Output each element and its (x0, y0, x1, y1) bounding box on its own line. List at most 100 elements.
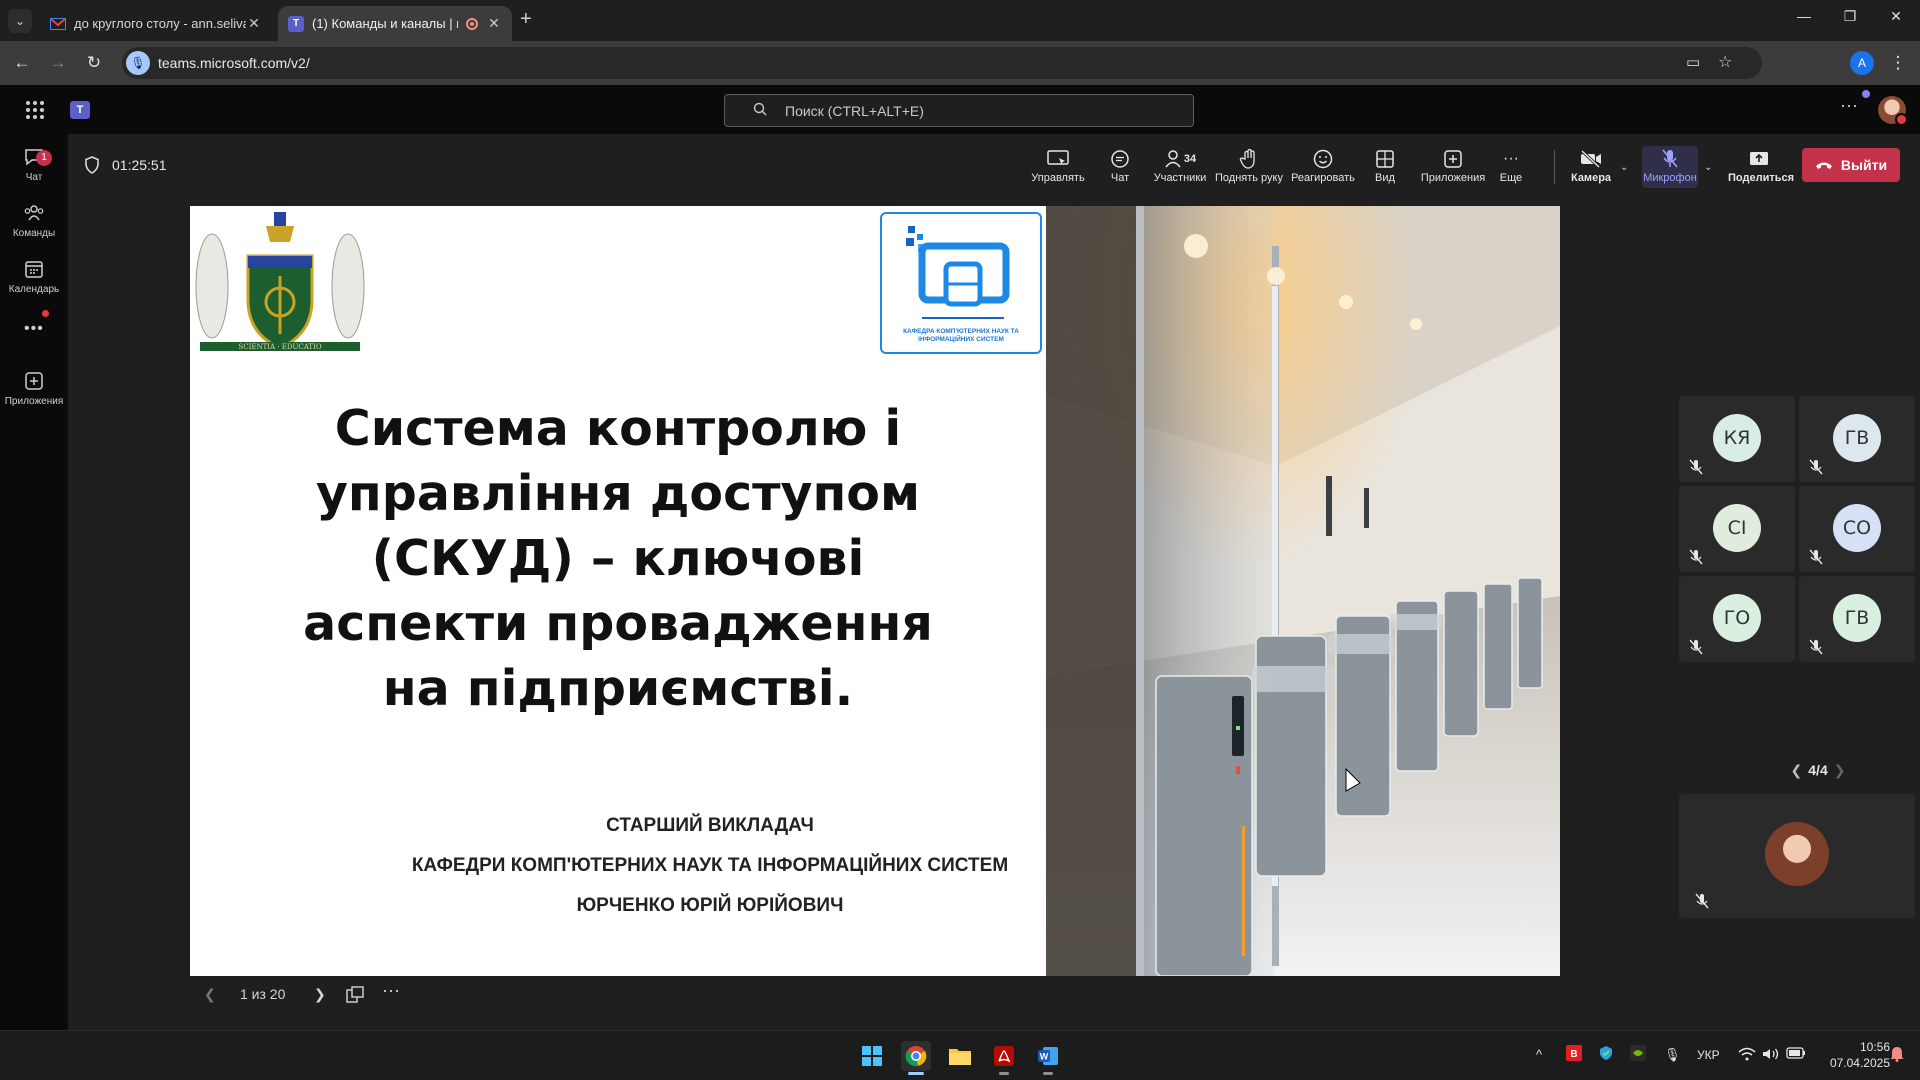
forward-button[interactable]: → (46, 51, 70, 75)
microphone-indicator-icon[interactable]: 🎙 (126, 51, 150, 75)
volume-icon[interactable] (1762, 1047, 1780, 1064)
slide-counter: 1 из 20 (240, 986, 286, 1002)
new-tab-button[interactable]: + (520, 8, 532, 31)
recording-icon (466, 17, 478, 30)
department-logo-icon (906, 226, 1010, 319)
browser-tab-teams[interactable]: T (1) Команды и каналы | кр ✕ (278, 6, 512, 41)
next-slide-button[interactable]: ❯ (314, 986, 326, 1010)
more-apps-icon[interactable]: ••• (24, 320, 44, 338)
microphone-in-use-icon[interactable]: 🎙 (1664, 1047, 1681, 1063)
apps-label: Приложения (1420, 172, 1486, 184)
rail-item-teams[interactable]: Команды (0, 200, 68, 239)
share-label: Поделиться (1728, 172, 1795, 184)
microphone-button[interactable]: Микрофон (1642, 146, 1698, 188)
nvidia-tray-icon[interactable] (1630, 1045, 1646, 1064)
participant-tile[interactable]: ГВ (1799, 576, 1915, 662)
participant-tile[interactable]: СО (1799, 486, 1915, 572)
chat-button[interactable]: Чат (1100, 146, 1140, 188)
teams-icon (0, 200, 68, 226)
reload-button[interactable]: ↻ (82, 51, 106, 75)
camera-label: Камера (1570, 172, 1612, 184)
rail-label: Календарь (8, 284, 60, 295)
raise-hand-label: Поднять руку (1215, 172, 1283, 184)
slide-title-line: на підприємстві. (382, 660, 854, 717)
slide-text-area: SCIENTIA · EDUCATIO КАФЕДРА КОМП'ЮТЕРНИХ… (190, 206, 1046, 976)
microphone-options-chevron-icon[interactable]: ⌄ (1704, 162, 1712, 173)
chat-badge: 1 (36, 150, 52, 166)
slide-options-icon[interactable]: ··· (382, 980, 400, 1004)
apps-button[interactable]: Приложения (1418, 146, 1488, 188)
windows-start-icon[interactable] (857, 1041, 887, 1071)
close-window-icon[interactable]: ✕ (1886, 8, 1906, 25)
rail-item-chat[interactable]: Чат 1 (0, 144, 68, 183)
restore-icon[interactable]: ❐ (1840, 8, 1860, 25)
toolbar-divider (1554, 150, 1555, 184)
slide-sorter-icon[interactable] (346, 986, 364, 1010)
input-language-indicator[interactable]: УКР (1697, 1048, 1720, 1062)
rail-label: Команды (12, 228, 56, 239)
system-clock[interactable]: 10:56 07.04.2025 (1810, 1039, 1890, 1071)
participant-tile[interactable]: ГО (1679, 576, 1795, 662)
more-button[interactable]: ··· Еще (1496, 146, 1526, 188)
tab-close-icon[interactable]: ✕ (246, 15, 262, 32)
self-video-tile[interactable] (1679, 794, 1915, 918)
camera-button[interactable]: Камера (1568, 146, 1614, 188)
pager-next-icon[interactable]: ❯ (1834, 762, 1846, 778)
file-explorer-icon[interactable] (945, 1041, 975, 1071)
control-button[interactable]: Управлять (1028, 146, 1088, 188)
user-avatar[interactable] (1878, 96, 1908, 126)
camera-options-chevron-icon[interactable]: ⌄ (1620, 162, 1628, 173)
raise-hand-button[interactable]: Поднять руку (1212, 146, 1286, 188)
app-launcher-icon[interactable] (26, 101, 44, 119)
search-placeholder: Поиск (CTRL+ALT+E) (785, 103, 924, 119)
participant-tile[interactable]: КЯ (1679, 396, 1795, 482)
rail-item-apps[interactable]: Приложения (0, 368, 68, 407)
participant-avatar: СІ (1713, 504, 1761, 552)
bookmark-star-icon[interactable]: ☆ (1718, 52, 1732, 72)
cast-icon[interactable]: ▭ (1686, 53, 1700, 71)
more-options-icon[interactable]: ··· (1840, 95, 1858, 116)
microphone-muted-icon (1689, 639, 1703, 655)
browser-menu-icon[interactable]: ⋮ (1886, 51, 1910, 75)
rail-item-calendar[interactable]: Календарь (0, 256, 68, 295)
windows-taskbar: W ^ B 🎙 УКР 10:56 07.04.2025 (0, 1030, 1920, 1080)
chrome-taskbar-icon[interactable] (901, 1041, 931, 1075)
view-button[interactable]: Вид (1368, 146, 1402, 188)
word-taskbar-icon[interactable]: W (1033, 1041, 1063, 1075)
show-hidden-icons-chevron-icon[interactable]: ^ (1536, 1047, 1542, 1062)
acrobat-taskbar-icon[interactable] (989, 1041, 1019, 1075)
participant-tile[interactable]: СІ (1679, 486, 1795, 572)
minimize-icon[interactable]: — (1794, 8, 1814, 24)
shield-icon[interactable] (84, 156, 100, 174)
turnstile-photo (1046, 206, 1560, 976)
university-crest-logo: SCIENTIA · EDUCATIO (195, 212, 365, 351)
apps-icon (0, 368, 68, 394)
shared-slide[interactable]: SCIENTIA · EDUCATIO КАФЕДРА КОМП'ЮТЕРНИХ… (190, 206, 1560, 976)
search-input[interactable]: Поиск (CTRL+ALT+E) (724, 94, 1194, 127)
address-bar[interactable]: 🎙 teams.microsoft.com/v2/ ▭ ☆ (122, 47, 1762, 79)
participant-tile[interactable]: ГВ (1799, 396, 1915, 482)
participants-button[interactable]: 34 Участники (1150, 146, 1210, 188)
leave-button[interactable]: Выйти (1802, 148, 1900, 182)
add-app-icon (1418, 146, 1488, 172)
security-tray-icon[interactable] (1598, 1045, 1614, 1064)
view-label: Вид (1375, 172, 1395, 184)
chat-icon (1100, 146, 1140, 172)
share-screen-icon (1728, 146, 1790, 172)
react-button[interactable]: Реагировать (1290, 146, 1356, 188)
participant-avatar: ГВ (1833, 594, 1881, 642)
battery-icon[interactable] (1786, 1047, 1806, 1062)
browser-tab-gmail[interactable]: до круглого столу - ann.selivan ✕ (40, 6, 272, 41)
pager-prev-icon[interactable]: ❮ (1791, 762, 1803, 778)
antivirus-tray-icon[interactable]: B (1566, 1045, 1582, 1064)
share-button[interactable]: Поделиться (1728, 146, 1795, 188)
department-logo-text: КАФЕДРА КОМП'ЮТЕРНИХ НАУК ТА ІНФОРМАЦІЙН… (903, 328, 1019, 343)
tab-close-icon[interactable]: ✕ (486, 15, 502, 32)
previous-slide-button[interactable]: ❮ (204, 986, 216, 1010)
wifi-icon[interactable] (1738, 1047, 1756, 1064)
back-button[interactable]: ← (10, 51, 34, 75)
profile-avatar[interactable]: A (1850, 51, 1874, 75)
participant-pager: ❮ 4/4 ❯ (1768, 762, 1868, 779)
tab-search-dropdown[interactable]: ⌄ (8, 9, 32, 33)
notification-bell-icon[interactable] (1890, 1046, 1904, 1067)
